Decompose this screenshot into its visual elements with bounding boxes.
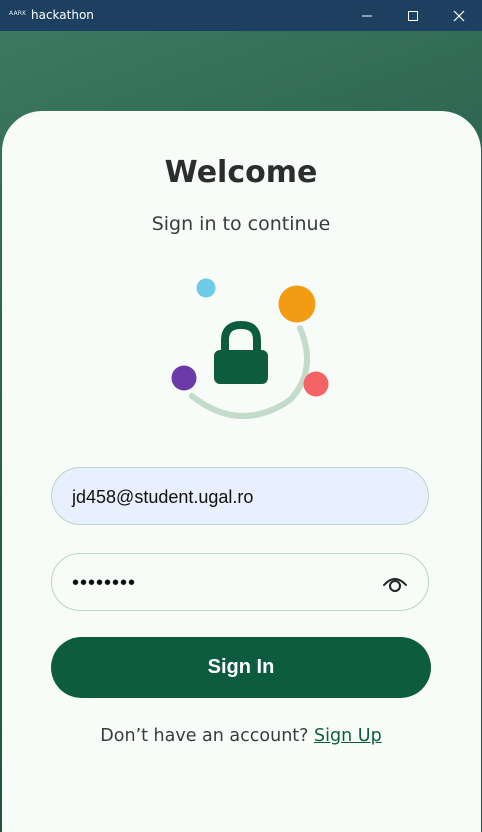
page-subtitle: Sign in to continue xyxy=(151,213,331,235)
maximize-button[interactable] xyxy=(390,0,436,31)
window-title: hackathon xyxy=(31,8,94,22)
maximize-icon xyxy=(408,10,418,21)
decorative-dot-red xyxy=(303,371,329,397)
signup-prompt: Don’t have an account? Sign Up xyxy=(0,726,482,746)
title-bar: AARK hackathon xyxy=(0,0,482,31)
app-icon: AARK xyxy=(9,10,27,17)
lock-illustration xyxy=(171,278,329,420)
email-value: jd458@student.ugal.ro xyxy=(72,487,254,507)
password-value: •••••••• xyxy=(72,572,137,594)
minimize-icon xyxy=(362,15,372,16)
page-title: Welcome xyxy=(164,155,318,190)
password-field[interactable]: •••••••• xyxy=(51,553,429,611)
decorative-dot-blue xyxy=(196,278,216,298)
sign-in-button[interactable]: Sign In xyxy=(51,637,431,698)
decorative-dot-purple xyxy=(171,365,197,391)
sign-up-link[interactable]: Sign Up xyxy=(314,726,382,746)
minimize-button[interactable] xyxy=(344,0,390,31)
email-field[interactable]: jd458@student.ugal.ro xyxy=(51,467,429,525)
no-account-text: Don’t have an account? xyxy=(100,726,309,746)
close-button[interactable] xyxy=(436,0,482,31)
decorative-dot-orange xyxy=(278,285,316,323)
eye-icon[interactable] xyxy=(382,572,408,594)
app-window: AARK hackathon Welcome Sign in to contin… xyxy=(0,0,482,832)
lock-icon xyxy=(214,320,268,384)
close-icon xyxy=(453,10,465,21)
